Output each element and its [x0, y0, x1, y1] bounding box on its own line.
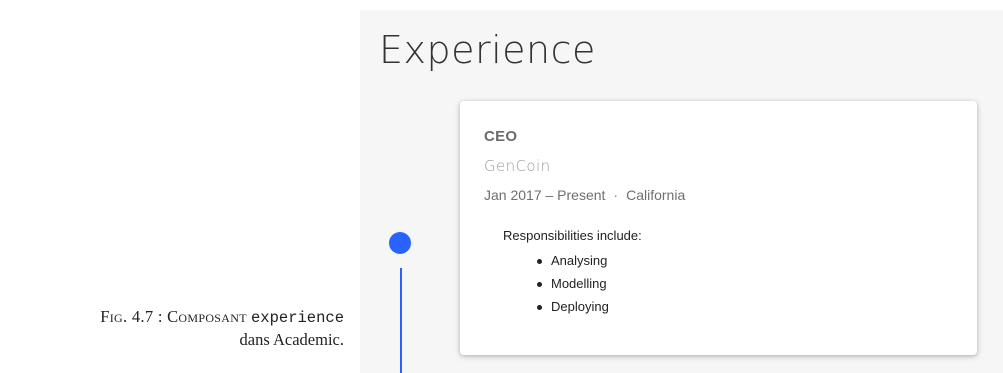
company-name: GenCoin — [484, 157, 551, 175]
caption-suffix: dans Academic. — [239, 330, 344, 349]
date-range: Jan 2017 – Present — [484, 187, 606, 203]
list-item: Modelling — [537, 272, 642, 295]
list-item: Analysing — [537, 249, 642, 272]
job-description: Responsibilities include: Analysing Mode… — [503, 228, 642, 318]
job-title: CEO — [484, 128, 518, 145]
caption-prefix: Fig. 4.7 : Composant — [100, 307, 247, 326]
section-title: Experience — [379, 28, 596, 72]
description-intro: Responsibilities include: — [503, 228, 642, 243]
timeline-line — [400, 268, 402, 373]
responsibilities-list: Analysing Modelling Deploying — [503, 249, 642, 318]
timeline-dot — [389, 232, 411, 254]
figure-caption: Fig. 4.7 : Composant experience dans Aca… — [0, 306, 344, 350]
job-meta: Jan 2017 – Present · California — [484, 187, 685, 203]
job-location: California — [626, 187, 686, 203]
experience-card: CEO GenCoin Jan 2017 – Present · Californi… — [460, 101, 977, 355]
experience-section: Experience CEO GenCoin Jan 2017 – Presen… — [360, 10, 1003, 373]
caption-code: experience — [250, 309, 344, 327]
meta-separator: · — [613, 187, 619, 203]
list-item: Deploying — [537, 295, 642, 318]
